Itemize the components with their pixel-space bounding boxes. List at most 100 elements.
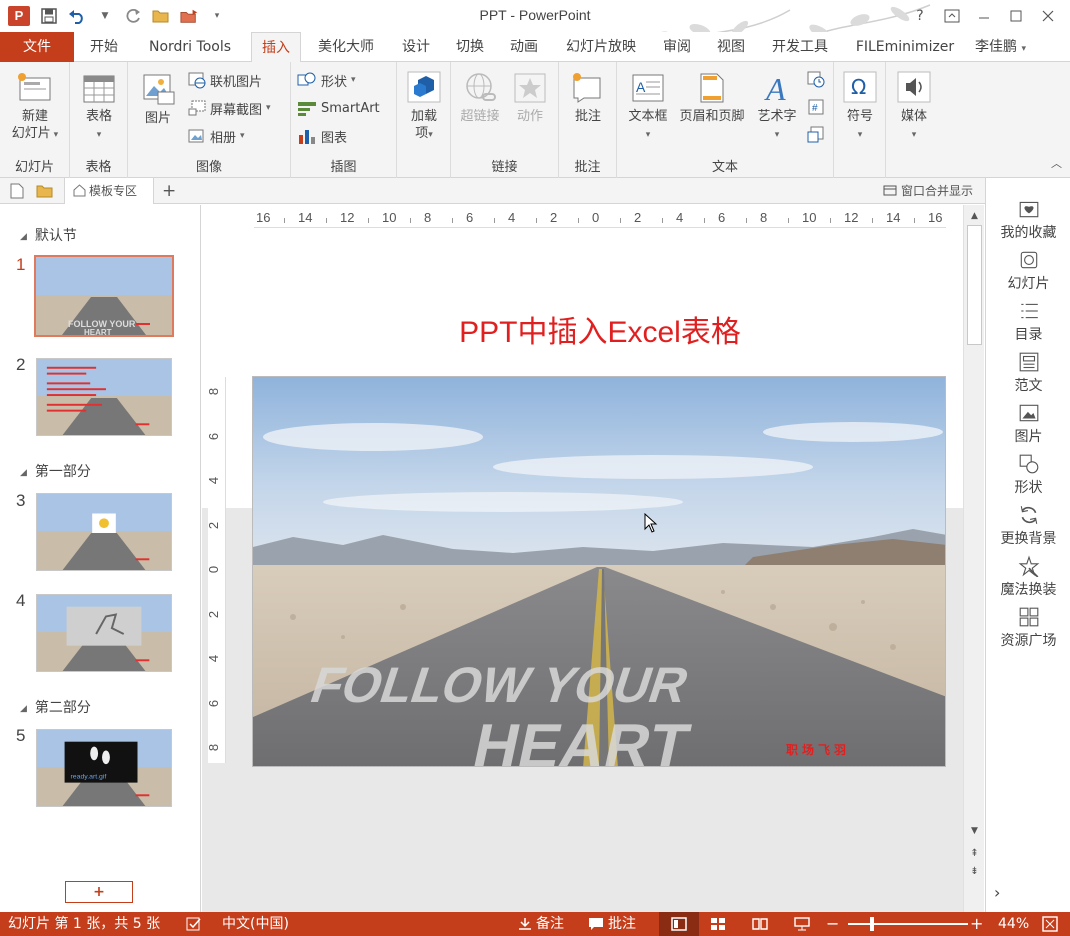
side-panel-item-2[interactable]: 目录 — [986, 300, 1070, 344]
smartart-button[interactable]: SmartArt — [297, 97, 380, 119]
ribbon-display-options-icon[interactable] — [936, 4, 968, 28]
user-account[interactable]: 李佳鹏 ▾ — [975, 32, 1026, 62]
symbol-button[interactable]: Ω 符号 ▾ — [838, 70, 882, 144]
close-icon[interactable] — [1032, 4, 1064, 28]
tab-nordri-tools[interactable]: Nordri Tools — [134, 32, 246, 62]
document-tab-bar: 模板专区 + 窗口合并显示 — [0, 178, 985, 204]
side-panel-item-1[interactable]: 幻灯片 — [986, 249, 1070, 293]
maximize-icon[interactable] — [1000, 4, 1032, 28]
addins-button[interactable]: 加载 项▾ — [399, 70, 449, 144]
section-part-one[interactable]: 第一部分 — [20, 461, 91, 481]
zoom-level[interactable]: 44% — [998, 912, 1029, 936]
addins-label-2: 项 — [415, 126, 429, 141]
slide-thumbnail-1[interactable]: FOLLOW YOUR HEART — [34, 255, 174, 337]
tab-animations[interactable]: 动画 — [500, 32, 548, 62]
side-panel-item-0[interactable]: 我的收藏 — [986, 198, 1070, 242]
slide-thumbnail-3[interactable] — [36, 493, 172, 571]
group-label-slides: 幻灯片 — [14, 160, 54, 175]
zoom-out-button[interactable]: − — [826, 912, 839, 936]
photo-album-button[interactable]: 相册 ▾ — [188, 125, 245, 147]
slide-number-button[interactable]: # — [807, 96, 825, 118]
tab-developer[interactable]: 开发工具 — [761, 32, 839, 62]
add-slide-button[interactable]: + — [65, 881, 133, 903]
tab-transitions[interactable]: 切换 — [446, 32, 494, 62]
side-panel-item-8[interactable]: 资源广场 — [986, 606, 1070, 650]
action-button[interactable]: 动作 — [507, 72, 553, 125]
slide-sorter-icon[interactable] — [710, 912, 726, 936]
tab-design[interactable]: 设计 — [392, 32, 440, 62]
side-panel-item-6[interactable]: 更换背景 — [986, 504, 1070, 548]
slide-title[interactable]: PPT中插入Excel表格 — [252, 307, 948, 351]
hyperlink-button[interactable]: 超链接 — [455, 72, 505, 125]
notes-button[interactable]: 备注 — [518, 912, 564, 936]
tab-review[interactable]: 审阅 — [653, 32, 701, 62]
new-document-icon[interactable] — [10, 183, 24, 203]
new-tab-button[interactable]: + — [162, 178, 176, 204]
tab-home[interactable]: 开始 — [80, 32, 128, 62]
merge-windows-button[interactable]: 窗口合并显示 — [883, 178, 973, 204]
minimize-icon[interactable] — [968, 4, 1000, 28]
table-icon — [83, 75, 115, 103]
normal-view-icon[interactable] — [659, 912, 699, 936]
tab-view[interactable]: 视图 — [707, 32, 755, 62]
chart-button[interactable]: 图表 — [297, 125, 347, 147]
spell-check-icon[interactable] — [186, 912, 202, 936]
picture-button[interactable]: 图片 — [136, 72, 180, 127]
media-button[interactable]: 媒体 ▾ — [890, 70, 938, 144]
new-comment-button[interactable]: 批注 — [563, 72, 613, 125]
comments-button[interactable]: 批注 — [588, 912, 636, 936]
collapse-ribbon-icon[interactable]: ︿ — [1051, 155, 1062, 171]
scrollbar-thumb[interactable] — [967, 225, 982, 345]
template-zone-tab[interactable]: 模板专区 — [64, 178, 154, 204]
folder-icon[interactable] — [36, 183, 54, 203]
tab-fileminimizer[interactable]: FILEminimizer — [846, 32, 964, 62]
help-button[interactable]: ? — [904, 4, 936, 28]
scroll-down-icon[interactable]: ▼ — [964, 822, 985, 840]
ruler-h-tick — [620, 218, 621, 223]
zoom-slider-track[interactable] — [848, 923, 968, 925]
next-slide-icon[interactable]: ⇟ — [964, 863, 985, 881]
date-time-button[interactable] — [807, 68, 825, 90]
tab-slideshow[interactable]: 幻灯片放映 — [554, 32, 648, 62]
previous-slide-icon[interactable]: ⇞ — [964, 845, 985, 863]
tab-beautify-master[interactable]: 美化大师 — [307, 32, 385, 62]
language-status[interactable]: 中文(中国) — [222, 912, 289, 936]
slide-thumbnail-2[interactable] — [36, 358, 172, 436]
wordart-button[interactable]: A 艺术字 ▾ — [751, 72, 803, 144]
slideshow-icon[interactable] — [794, 912, 810, 936]
side-panel-item-3[interactable]: 范文 — [986, 351, 1070, 395]
reading-view-icon[interactable] — [752, 912, 768, 936]
online-picture-button[interactable]: 联机图片 — [188, 69, 262, 91]
screenshot-button[interactable]: 屏幕截图 ▾ — [188, 97, 271, 119]
side-panel-item-7[interactable]: 魔法换装 — [986, 555, 1070, 599]
section-part-two[interactable]: 第二部分 — [20, 697, 91, 717]
slide-thumbnail-5[interactable]: ready.art.gif — [36, 729, 172, 807]
side-panel-item-4[interactable]: 图片 — [986, 402, 1070, 446]
side-panel-item-5[interactable]: 形状 — [986, 453, 1070, 497]
textbox-button[interactable]: A 文本框 ▾ — [623, 72, 673, 144]
table-button[interactable]: 表格 ▾ — [74, 72, 124, 144]
expand-panel-icon[interactable]: › — [994, 883, 1000, 902]
slide-count-status[interactable]: 幻灯片 第 1 张，共 5 张 — [8, 912, 160, 936]
section-default[interactable]: 默认节 — [20, 225, 77, 245]
window-controls: ? — [904, 4, 1064, 28]
header-footer-icon — [700, 73, 724, 103]
horizontal-ruler[interactable]: 16 14 12 10 8 6 4 2 0 2 4 6 8 10 12 14 16 — [254, 208, 946, 228]
shapes-button[interactable]: 形状 ▾ — [297, 69, 356, 91]
scroll-up-icon[interactable]: ▲ — [964, 207, 985, 225]
fit-to-window-icon[interactable] — [1042, 912, 1058, 936]
new-slide-label-1: 新建 — [21, 109, 48, 124]
zoom-slider-thumb[interactable] — [870, 917, 874, 931]
zoom-in-button[interactable]: + — [970, 912, 983, 936]
slide-background-image[interactable]: FOLLOW YOUR HEART 职场飞羽 — [252, 376, 946, 767]
window-merge-icon — [883, 185, 897, 196]
object-button[interactable] — [807, 124, 825, 146]
new-slide-button[interactable]: 新建 幻灯片 ▾ — [4, 72, 66, 144]
tab-insert[interactable]: 插入 — [251, 32, 301, 63]
vertical-scrollbar[interactable]: ▲ ▼ ⇞ ⇟ — [963, 205, 984, 912]
header-footer-button[interactable]: 页眉和页脚 — [673, 72, 751, 125]
addins-label-1: 加载 — [410, 109, 437, 124]
slide-thumbnail-4[interactable] — [36, 594, 172, 672]
tab-file[interactable]: 文件 — [0, 32, 74, 62]
vertical-ruler[interactable]: 8 6 4 2 0 2 4 6 8 — [206, 377, 226, 763]
